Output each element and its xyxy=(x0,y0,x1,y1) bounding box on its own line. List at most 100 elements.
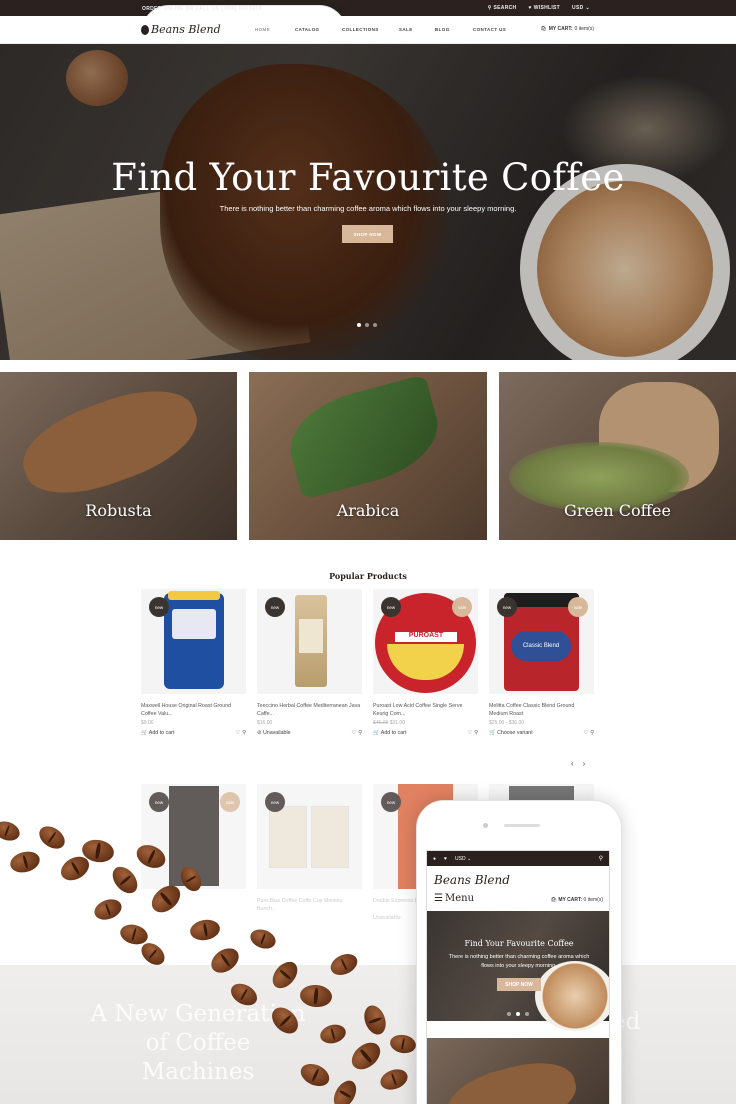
quick-view-icon[interactable]: ⚲ xyxy=(242,730,246,736)
category-label: Arabica xyxy=(336,501,400,520)
logo[interactable]: Beans Blend xyxy=(141,23,221,36)
bean-logo-icon xyxy=(141,24,149,35)
wishlist-heart-icon[interactable]: ♡ xyxy=(235,730,240,736)
nav-collections[interactable]: COLLECTIONS xyxy=(342,27,399,32)
wishlist-heart-icon[interactable]: ♡ xyxy=(467,730,472,736)
category-label: Robusta xyxy=(85,501,152,520)
new-badge: new xyxy=(497,597,517,617)
nav-catalog[interactable]: CATALOG xyxy=(295,27,342,32)
add-to-cart-button[interactable]: 🛒 Add to cart xyxy=(373,730,406,736)
product-name[interactable]: Pure Blue Coffee Coffe Cup Monkey Bunch.… xyxy=(257,897,362,913)
nav-contact-us[interactable]: CONTACT US xyxy=(473,27,533,32)
main-nav: HOME CATALOG COLLECTIONS SALE BLOG CONTA… xyxy=(255,27,533,32)
quick-view-icon[interactable]: ⚲ xyxy=(590,730,594,736)
unavailable-label: ⊘ Unavailable xyxy=(257,730,291,736)
quick-view-icon[interactable]: ⚲ xyxy=(474,730,478,736)
new-badge: new xyxy=(149,597,169,617)
sale-badge: sale xyxy=(568,597,588,617)
mobile-category-robusta[interactable] xyxy=(427,1038,609,1104)
user-icon[interactable]: ● xyxy=(433,856,436,862)
mobile-hero: Find Your Favourite Coffee There is noth… xyxy=(427,911,609,1031)
hamburger-icon: ☰ xyxy=(434,893,443,904)
mobile-top-bar: ● ♥ USD ⌄ ⚲ xyxy=(427,851,609,866)
category-label: Green Coffee xyxy=(564,501,671,520)
heart-icon: ♥ xyxy=(528,5,532,11)
product-price: $25.00 - $36.00 xyxy=(489,720,525,726)
chevron-left-icon[interactable]: ‹ xyxy=(571,759,574,768)
cart-icon: 🛒 xyxy=(373,730,380,736)
mobile-menu-button[interactable]: ☰ Menu xyxy=(434,893,474,904)
product-card: PUROAST new sale Puroast Low Acid Coffee… xyxy=(373,589,478,736)
cart-link[interactable]: 🛍 MY CART: 0 item(s) xyxy=(540,26,594,32)
search-link[interactable]: ⚲ SEARCH xyxy=(488,5,517,11)
product-image[interactable]: new xyxy=(141,589,246,694)
site-header: Beans Blend HOME CATALOG COLLECTIONS SAL… xyxy=(0,16,736,44)
slider-dot[interactable] xyxy=(365,323,369,327)
add-to-cart-button[interactable]: 🛒 Add to cart xyxy=(141,730,174,736)
new-badge: new xyxy=(265,792,285,812)
mobile-cart-link[interactable]: 🛍 MY CART: 0 item(s) xyxy=(551,897,603,903)
mobile-shop-now-button[interactable]: SHOP NOW xyxy=(497,978,541,991)
product-image[interactable]: new xyxy=(257,784,362,889)
popular-products-title: Popular Products xyxy=(329,571,407,581)
bag-icon: 🛍 xyxy=(540,26,547,32)
slider-dot[interactable] xyxy=(373,323,377,327)
shop-now-button[interactable]: SHOP NOW xyxy=(342,225,393,243)
mobile-mockup: ● ♥ USD ⌄ ⚲ Beans Blend ☰ Menu 🛍 MY CART… xyxy=(416,800,622,1104)
slider-dot[interactable] xyxy=(357,323,361,327)
product-price: $45.00 $31.00 xyxy=(373,720,405,726)
mobile-screen: ● ♥ USD ⌄ ⚲ Beans Blend ☰ Menu 🛍 MY CART… xyxy=(426,850,610,1104)
sale-badge: sale xyxy=(452,597,472,617)
product-name[interactable]: Maxwell House Original Roast Ground Coff… xyxy=(141,702,246,718)
product-card: new Maxwell House Original Roast Ground … xyxy=(141,589,246,736)
wishlist-link[interactable]: ♥ WISHLIST xyxy=(528,5,560,11)
currency-select[interactable]: USD ⌄ xyxy=(572,5,590,11)
wooden-scoop-image xyxy=(441,1052,583,1104)
product-card: new Teeccino Herbal Coffee Mediterranean… xyxy=(257,589,362,736)
product-card: Classic Blend new sale Melitta Coffee Cl… xyxy=(489,589,594,736)
slider-dots xyxy=(357,323,377,327)
product-card: new Pure Blue Coffee Coffe Cup Monkey Bu… xyxy=(257,784,362,913)
nav-sale[interactable]: SALE xyxy=(399,27,435,32)
wooden-scoop-image xyxy=(11,373,209,511)
top-tools: ⚲ SEARCH ♥ WISHLIST USD ⌄ xyxy=(488,5,590,11)
hero-subtitle: There is nothing better than charming co… xyxy=(219,204,517,213)
blocked-icon: ⊘ xyxy=(257,730,262,736)
coffee-cup-image xyxy=(535,961,609,1031)
chevron-down-icon: ⌄ xyxy=(585,5,590,11)
chevron-right-icon[interactable]: › xyxy=(583,759,586,768)
bag-icon: 🛍 xyxy=(550,897,557,903)
sale-badge: sale xyxy=(220,792,240,812)
carousel-arrows: ‹ › xyxy=(571,759,585,768)
category-robusta[interactable]: Robusta xyxy=(0,372,237,540)
wishlist-heart-icon[interactable]: ♡ xyxy=(351,730,356,736)
new-badge: new xyxy=(381,597,401,617)
quick-view-icon[interactable]: ⚲ xyxy=(358,730,362,736)
product-name[interactable]: Puroast Low Acid Coffee Single Serve Keu… xyxy=(373,702,478,718)
mobile-slider-dots xyxy=(507,1012,529,1016)
wishlist-heart-icon[interactable]: ♡ xyxy=(583,730,588,736)
mobile-logo[interactable]: Beans Blend xyxy=(434,873,510,887)
unavailable-label: Unavailable xyxy=(373,915,401,921)
product-image[interactable]: Classic Blend new sale xyxy=(489,589,594,694)
product-price: $16.00 xyxy=(257,720,273,726)
cart-icon: 🛒 xyxy=(141,730,148,736)
heart-icon[interactable]: ♥ xyxy=(444,856,447,862)
top-bar: ORDER ONLINE OR CALL US (1800) 000 8808 … xyxy=(0,0,736,335)
product-image[interactable]: PUROAST new sale xyxy=(373,589,478,694)
nav-home[interactable]: HOME xyxy=(255,27,295,32)
product-name[interactable]: Teeccino Herbal Coffee Mediterranean Jav… xyxy=(257,702,362,718)
choose-variant-button[interactable]: 🛒 Choose variant xyxy=(489,730,533,736)
product-name[interactable]: Melitta Coffee Classic Blend Ground Medi… xyxy=(489,702,594,718)
search-icon: ⚲ xyxy=(487,5,492,11)
category-arabica[interactable]: Arabica xyxy=(249,372,487,540)
mobile-currency-select[interactable]: USD ⌄ xyxy=(455,856,471,862)
nav-blog[interactable]: BLOG xyxy=(435,27,473,32)
hero-slider: Find Your Favourite Coffee There is noth… xyxy=(0,44,736,360)
product-image[interactable]: new xyxy=(257,589,362,694)
category-green-coffee[interactable]: Green Coffee xyxy=(499,372,736,540)
mobile-hero-subtitle: There is nothing better than charming co… xyxy=(448,954,590,969)
mobile-hero-title: Find Your Favourite Coffee xyxy=(464,939,574,948)
search-icon[interactable]: ⚲ xyxy=(599,855,603,862)
new-badge: new xyxy=(265,597,285,617)
